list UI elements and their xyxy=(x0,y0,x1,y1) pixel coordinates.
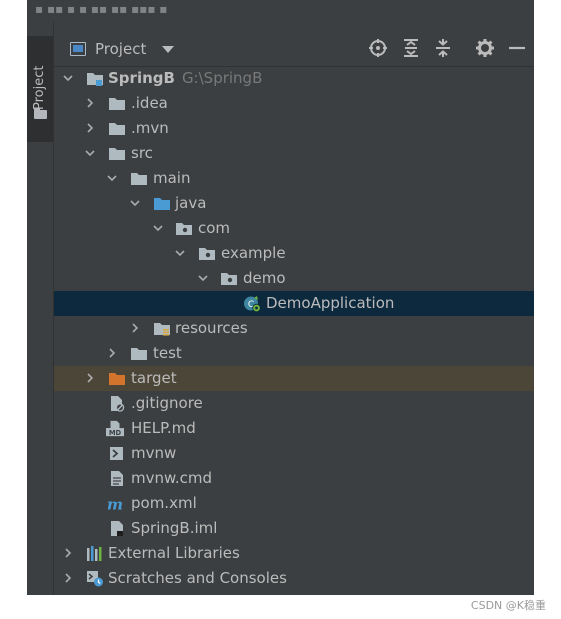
folder-icon xyxy=(130,345,148,362)
tree-item-label: src xyxy=(131,144,153,162)
tree-item-label: HELP.md xyxy=(131,419,196,437)
package-icon xyxy=(220,270,238,287)
project-panel: Project SpringB G:\SpringB .idea .mvn sr… xyxy=(54,22,534,595)
tree-row-idea[interactable]: .idea xyxy=(54,91,534,116)
chevron-right-icon[interactable] xyxy=(63,548,73,558)
shell-file-icon xyxy=(108,445,126,462)
tree-row-external-libraries[interactable]: External Libraries xyxy=(54,541,534,566)
spring-class-icon: C xyxy=(243,295,261,312)
tree-row-springb[interactable]: SpringB G:\SpringB xyxy=(54,66,534,91)
tree-item-label: .mvn xyxy=(131,119,169,137)
collapse-all-icon[interactable] xyxy=(433,38,453,58)
text-file-icon xyxy=(108,470,126,487)
tree-row-target[interactable]: target xyxy=(54,366,534,391)
tree-item-label: DemoApplication xyxy=(266,294,395,312)
tree-item-label: .idea xyxy=(131,94,168,112)
chevron-down-icon[interactable] xyxy=(130,198,140,208)
gear-icon[interactable] xyxy=(475,38,495,58)
tree-item-label: pom.xml xyxy=(131,494,197,512)
svg-text:MD: MD xyxy=(109,429,122,437)
tree-item-label: .gitignore xyxy=(131,394,203,412)
tree-item-label: demo xyxy=(243,269,286,287)
excluded-folder-icon xyxy=(108,370,126,387)
tree-row-main[interactable]: main xyxy=(54,166,534,191)
title-bar: ▪ ▪▪ ▪ ▪ ▪▪ ▪▪ ▪▪▪ ▪ xyxy=(27,0,534,23)
tree-item-label: com xyxy=(198,219,231,237)
locate-icon[interactable] xyxy=(368,38,388,58)
chevron-right-icon[interactable] xyxy=(107,348,117,358)
tree-row-com[interactable]: com xyxy=(54,216,534,241)
chevron-down-icon[interactable] xyxy=(63,73,73,83)
tree-item-label: SpringB.iml xyxy=(131,519,218,537)
svg-text:m: m xyxy=(107,495,123,512)
resources-folder-icon xyxy=(153,320,171,337)
tree-item-label: Scratches and Consoles xyxy=(108,569,287,587)
tree-row-resources[interactable]: resources xyxy=(54,316,534,341)
libraries-icon xyxy=(86,545,104,562)
tree-item-label: resources xyxy=(175,319,248,337)
tree-row-test[interactable]: test xyxy=(54,341,534,366)
package-icon xyxy=(175,220,193,237)
folder-icon xyxy=(34,108,47,119)
package-icon xyxy=(198,245,216,262)
watermark: CSDN @K稳重 xyxy=(470,599,546,612)
hide-panel-icon[interactable] xyxy=(507,38,527,58)
project-tool-tab[interactable]: Project xyxy=(27,36,53,142)
tree-item-label: test xyxy=(153,344,182,362)
iml-file-icon xyxy=(108,520,126,537)
chevron-right-icon[interactable] xyxy=(63,573,73,583)
tree-item-path: G:\SpringB xyxy=(181,69,263,87)
tree-row-mvnw[interactable]: mvnw xyxy=(54,441,534,466)
chevron-down-icon[interactable] xyxy=(198,273,208,283)
tree-row-demo[interactable]: demo xyxy=(54,266,534,291)
tree-item-label: java xyxy=(175,194,207,212)
tree-row-mvnw-cmd[interactable]: mvnw.cmd xyxy=(54,466,534,491)
tree-item-label: External Libraries xyxy=(108,544,240,562)
view-selector[interactable]: Project xyxy=(95,40,146,58)
tree-row-demoapplication[interactable]: C DemoApplication xyxy=(54,291,534,316)
tree-row-pom-xml[interactable]: m pom.xml xyxy=(54,491,534,516)
tree-row-scratches[interactable]: Scratches and Consoles xyxy=(54,566,534,591)
tree-row-gitignore[interactable]: .gitignore xyxy=(54,391,534,416)
tree-item-label: target xyxy=(131,369,177,387)
tree-item-label: SpringB xyxy=(108,69,175,87)
markdown-file-icon: MD xyxy=(106,420,124,437)
chevron-right-icon[interactable] xyxy=(85,373,95,383)
tree-row-springb-iml[interactable]: SpringB.iml xyxy=(54,516,534,541)
folder-icon xyxy=(108,145,126,162)
module-folder-icon xyxy=(86,70,104,87)
project-tool-tab-label: Project xyxy=(32,65,47,110)
chevron-down-icon[interactable] xyxy=(162,46,174,53)
tree-row-help-md[interactable]: MD HELP.md xyxy=(54,416,534,441)
tree-row-example[interactable]: example xyxy=(54,241,534,266)
chevron-down-icon[interactable] xyxy=(107,173,117,183)
folder-icon xyxy=(108,95,126,112)
tree-item-label: mvnw xyxy=(131,444,177,462)
folder-icon xyxy=(130,170,148,187)
tree-row-mvn[interactable]: .mvn xyxy=(54,116,534,141)
chevron-right-icon[interactable] xyxy=(130,323,140,333)
tree-row-src[interactable]: src xyxy=(54,141,534,166)
expand-all-icon[interactable] xyxy=(401,38,421,58)
project-panel-header: Project xyxy=(54,22,534,67)
chevron-down-icon[interactable] xyxy=(153,223,163,233)
tree-item-label: main xyxy=(153,169,191,187)
tree-item-label: example xyxy=(221,244,286,262)
chevron-down-icon[interactable] xyxy=(175,248,185,258)
maven-icon: m xyxy=(106,495,124,512)
project-view-icon xyxy=(70,42,86,56)
chevron-right-icon[interactable] xyxy=(85,123,95,133)
folder-icon xyxy=(108,120,126,137)
tree-row-java[interactable]: java xyxy=(54,191,534,216)
source-folder-icon xyxy=(153,195,171,212)
scratches-icon xyxy=(86,570,104,587)
ignore-file-icon xyxy=(108,395,126,412)
chevron-down-icon[interactable] xyxy=(85,148,95,158)
chevron-right-icon[interactable] xyxy=(85,98,95,108)
title-bar-residue: ▪ ▪▪ ▪ ▪ ▪▪ ▪▪ ▪▪▪ ▪ xyxy=(35,2,168,16)
tool-window-strip: Project xyxy=(27,22,54,595)
tree-item-label: mvnw.cmd xyxy=(131,469,213,487)
